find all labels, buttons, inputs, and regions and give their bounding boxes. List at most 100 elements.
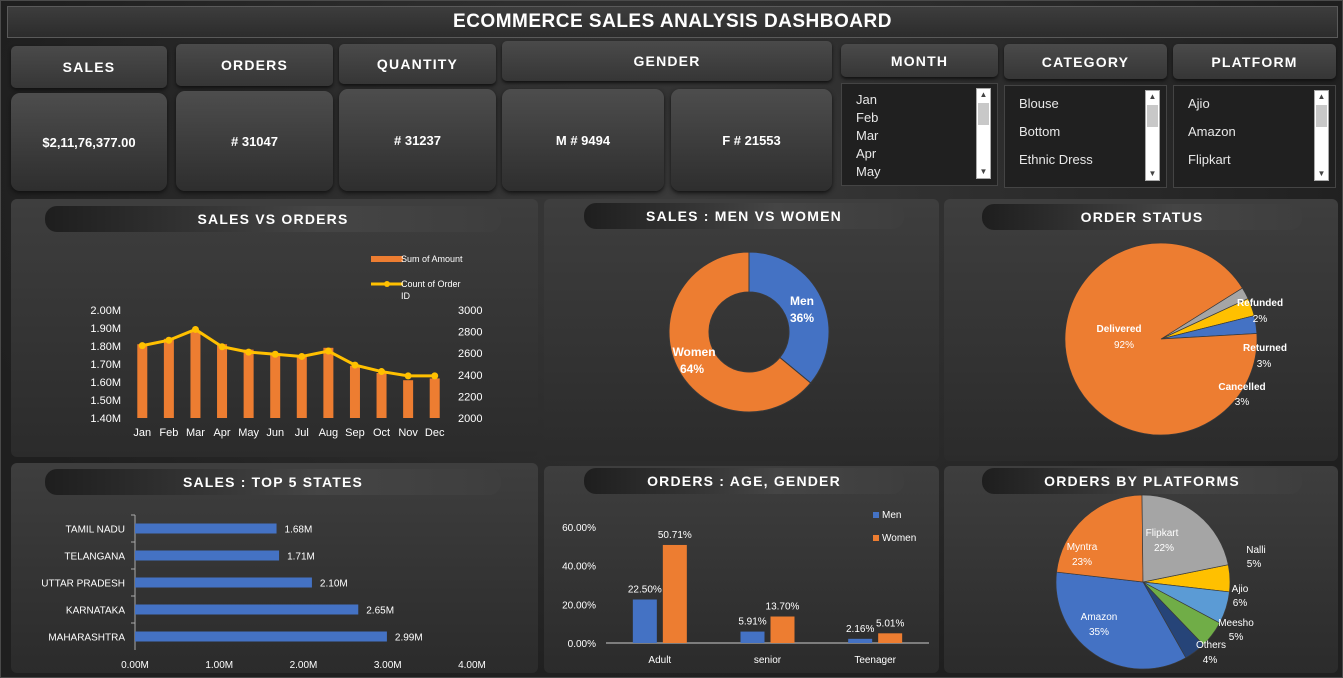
y-tick-label: 2.00M	[90, 305, 121, 317]
x-tick-label: May	[238, 427, 259, 439]
platform-label: Meesho	[1218, 618, 1254, 629]
status-value: 3%	[1235, 397, 1250, 408]
age-gender-chart: 0.00% 20.00% 40.00% 60.00% 22.50% 50.71% Adult…	[562, 510, 929, 666]
slicer-item-ethnic-dress[interactable]: Ethnic Dress	[1019, 151, 1093, 179]
age-bar-men	[632, 599, 657, 643]
status-value: 3%	[1257, 359, 1272, 370]
sales-bar	[376, 373, 387, 418]
y-tick-label: 1.90M	[90, 323, 121, 335]
scroll-thumb[interactable]	[978, 103, 989, 125]
platform-value: 6%	[1233, 598, 1248, 609]
platform-scrollbar[interactable]: ▲ ▼	[1314, 90, 1329, 181]
female-kpi-value: F # 21553	[671, 89, 832, 191]
sales-bar	[270, 353, 281, 418]
age-bar-women	[770, 616, 795, 643]
state-label: TAMIL NADU	[66, 525, 125, 536]
sales-bar	[349, 365, 360, 418]
legend-label-orders: Count of Order ID	[401, 279, 461, 301]
slicer-item-amazon[interactable]: Amazon	[1188, 123, 1236, 151]
donut-label: Men	[790, 294, 814, 308]
slicer-item-may[interactable]: May	[856, 163, 881, 181]
scroll-up-icon[interactable]: ▲	[1146, 91, 1159, 103]
age-bar-value: 2.16%	[846, 624, 874, 635]
state-value: 1.68M	[285, 525, 313, 536]
category-scrollbar[interactable]: ▲ ▼	[1145, 90, 1160, 181]
men-vs-women-panel: SALES : MEN VS WOMEN Men 36% Women 64%	[544, 199, 939, 461]
x-tick-label: Nov	[398, 427, 418, 439]
quantity-kpi-value: # 31237	[339, 89, 496, 191]
order-status-panel: ORDER STATUS Delivered 92% Refunded 2% Retur…	[944, 199, 1338, 461]
slicer-item-jan[interactable]: Jan	[856, 91, 881, 109]
y-tick-label: 1.50M	[90, 395, 121, 407]
scroll-thumb[interactable]	[1147, 105, 1158, 127]
x-tick-label: senior	[754, 655, 782, 666]
sales-bar	[296, 355, 307, 418]
orders-point	[165, 336, 173, 344]
age-bar-value: 22.50%	[628, 585, 662, 596]
age-gender-panel: ORDERS : AGE, GENDER 0.00% 20.00% 40.00% 60…	[544, 466, 939, 673]
legend-swatch-amount	[371, 256, 403, 262]
age-bar-value: 5.91%	[738, 617, 766, 628]
platform-slicer[interactable]: Ajio Amazon Flipkart ▲ ▼	[1173, 85, 1336, 188]
scroll-down-icon[interactable]: ▼	[977, 166, 990, 178]
scroll-down-icon[interactable]: ▼	[1146, 168, 1159, 180]
slicer-item-blouse[interactable]: Blouse	[1019, 95, 1093, 123]
platform-value: 23%	[1072, 557, 1092, 568]
scroll-up-icon[interactable]: ▲	[977, 89, 990, 101]
top-states-chart: TAMIL NADU 1.68M TELANGANA 1.71M UTTAR PRADE…	[41, 514, 486, 671]
status-value: 92%	[1114, 340, 1134, 351]
status-slice-delivered	[1064, 242, 1258, 436]
platform-slicer-header: PLATFORM	[1173, 44, 1336, 79]
x-tick-label: Jun	[266, 427, 284, 439]
state-bar	[135, 604, 359, 615]
x-tick-label: Teenager	[854, 655, 896, 666]
x-tick-label: 0.00M	[121, 660, 149, 671]
x-tick-label: Mar	[186, 427, 205, 439]
orders-point	[191, 325, 199, 333]
orders-kpi-value: # 31047	[176, 91, 333, 191]
x-tick-label: Jan	[133, 427, 151, 439]
state-label: TELANGANA	[64, 552, 125, 563]
y2-tick-label: 2600	[458, 348, 482, 360]
sales-bar	[243, 349, 254, 418]
sales-bar	[137, 344, 148, 418]
category-slicer[interactable]: Blouse Bottom Ethnic Dress ▲ ▼	[1004, 85, 1167, 188]
scroll-thumb[interactable]	[1316, 105, 1327, 127]
orders-point	[245, 348, 253, 356]
month-slicer[interactable]: Jan Feb Mar Apr May ▲ ▼	[841, 83, 998, 186]
slicer-item-apr[interactable]: Apr	[856, 145, 881, 163]
dashboard-title: ECOMMERCE SALES ANALYSIS DASHBOARD	[7, 6, 1338, 38]
x-tick-label: 4.00M	[458, 660, 486, 671]
sales-vs-orders-chart: 1.40M 1.50M 1.60M 1.70M 1.80M 1.90M 2.00M 2000 2…	[90, 254, 482, 439]
legend-label-amount: Sum of Amount	[401, 254, 463, 264]
slicer-item-bottom[interactable]: Bottom	[1019, 123, 1093, 151]
slicer-item-mar[interactable]: Mar	[856, 127, 881, 145]
slicer-item-flipkart[interactable]: Flipkart	[1188, 151, 1236, 179]
slicer-item-feb[interactable]: Feb	[856, 109, 881, 127]
y2-tick-label: 2200	[458, 391, 482, 403]
state-bar	[135, 631, 387, 642]
x-tick-label: 1.00M	[205, 660, 233, 671]
orders-point	[271, 350, 279, 358]
status-label: Returned	[1243, 343, 1287, 354]
platform-slice-myntra	[1056, 494, 1144, 583]
platform-value: 5%	[1229, 632, 1244, 643]
men-vs-women-chart: Men 36% Women 64%	[668, 251, 830, 413]
scroll-up-icon[interactable]: ▲	[1315, 91, 1328, 103]
sales-bar	[190, 331, 201, 418]
state-bar	[135, 577, 312, 588]
month-scrollbar[interactable]: ▲ ▼	[976, 88, 991, 179]
scroll-down-icon[interactable]: ▼	[1315, 168, 1328, 180]
x-tick-label: Aug	[319, 427, 339, 439]
y-tick-label: 60.00%	[562, 523, 596, 534]
sales-kpi-label: SALES	[11, 46, 167, 88]
platform-value: 5%	[1247, 559, 1262, 570]
donut-value: 36%	[790, 311, 814, 325]
donut-label: Women	[672, 345, 715, 359]
orders-point	[351, 361, 359, 369]
platform-label: Amazon	[1081, 612, 1118, 623]
orders-point	[138, 342, 146, 350]
slicer-item-ajio[interactable]: Ajio	[1188, 95, 1236, 123]
male-kpi-value: M # 9494	[502, 89, 664, 191]
platform-label: Nalli	[1246, 545, 1265, 556]
